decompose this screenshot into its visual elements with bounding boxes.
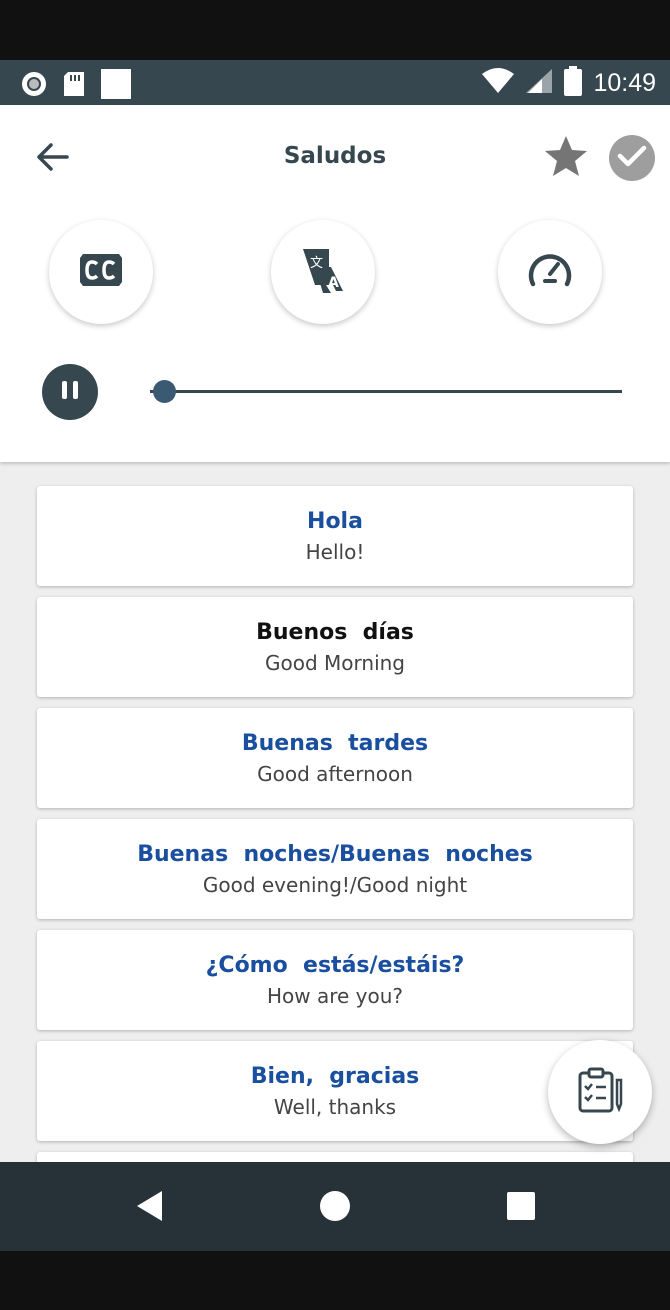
battery-icon xyxy=(563,66,583,100)
record-icon xyxy=(20,70,48,102)
pause-button[interactable] xyxy=(42,364,98,420)
signal-icon xyxy=(525,68,553,98)
nav-back-button[interactable] xyxy=(127,1186,171,1230)
speed-button[interactable] xyxy=(498,220,602,324)
svg-text:A: A xyxy=(328,275,339,291)
sd-card-icon xyxy=(62,70,86,102)
back-triangle-icon xyxy=(134,1189,164,1227)
app-header: Saludos 文 A xyxy=(0,105,670,462)
translation-text: Well, thanks xyxy=(273,1095,397,1119)
translation-text: Good afternoon xyxy=(257,762,413,786)
pause-icon xyxy=(58,378,82,406)
translation-text: Good evening!/Good night xyxy=(202,873,468,897)
check-icon xyxy=(617,144,647,172)
recents-square-icon xyxy=(506,1191,536,1225)
phrase-card[interactable]: ¿Cómo estás/estáis? How are you? xyxy=(37,930,633,1030)
nav-home-button[interactable] xyxy=(313,1186,357,1230)
phrase-text: Bien, gracias xyxy=(250,1064,420,1089)
seek-thumb[interactable] xyxy=(153,380,177,403)
translate-icon: 文 A xyxy=(301,247,345,297)
home-circle-icon xyxy=(319,1190,351,1226)
phrase-card[interactable]: Buenas noches/Buenas noches Good evening… xyxy=(37,819,633,919)
translation-text: Good Morning xyxy=(265,651,405,675)
svg-text:文: 文 xyxy=(310,256,323,271)
phrase-card[interactable]: Buenos días Good Morning xyxy=(37,597,633,697)
system-nav-bar xyxy=(0,1162,670,1251)
cc-icon xyxy=(78,252,124,292)
status-time: 10:49 xyxy=(593,68,656,97)
favorite-button[interactable] xyxy=(542,134,590,182)
square-icon xyxy=(100,68,132,104)
phrase-card-partial[interactable] xyxy=(37,1152,633,1162)
star-icon xyxy=(543,134,589,182)
phrase-text: ¿Cómo estás/estáis? xyxy=(205,953,465,978)
translate-button[interactable]: 文 A xyxy=(271,220,375,324)
phrase-card[interactable]: Hola Hello! xyxy=(37,486,633,586)
quiz-clipboard-icon xyxy=(576,1066,624,1118)
status-bar: 10:49 xyxy=(0,60,670,105)
phrase-text: Buenas tardes xyxy=(241,731,429,756)
translation-text: How are you? xyxy=(266,984,404,1008)
quiz-button[interactable] xyxy=(548,1040,652,1144)
nav-recents-button[interactable] xyxy=(499,1186,543,1230)
phrase-card[interactable]: Bien, gracias Well, thanks xyxy=(37,1041,633,1141)
top-system-area xyxy=(0,0,670,60)
wifi-icon xyxy=(481,68,515,98)
speedometer-icon xyxy=(526,250,574,294)
phrase-text: Buenas noches/Buenas noches xyxy=(137,842,533,867)
audio-seek-bar[interactable] xyxy=(150,380,622,403)
translation-text: Hello! xyxy=(305,540,365,564)
phrase-text: Hola xyxy=(307,509,363,534)
captions-button[interactable] xyxy=(49,220,153,324)
phrase-card[interactable]: Buenas tardes Good afternoon xyxy=(37,708,633,808)
bottom-system-area xyxy=(0,1251,670,1310)
phrase-text: Buenos días xyxy=(256,620,414,645)
complete-button[interactable] xyxy=(609,135,655,181)
